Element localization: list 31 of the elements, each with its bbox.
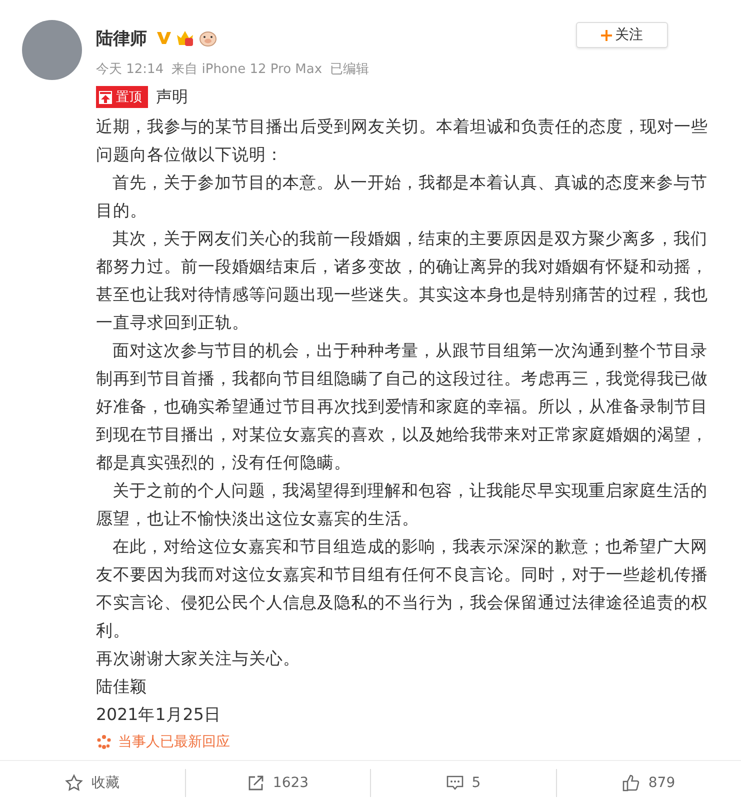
crown-badge-icon bbox=[175, 29, 195, 47]
edited-label: 已编辑 bbox=[330, 61, 370, 78]
pig-face-icon bbox=[198, 29, 218, 47]
paragraph: 在此，对给这位女嘉宾和节目组造成的影响，我表示深深的歉意；也希望广大网友不要因为我而对这位女嘉宾和节目组有任何不良言论。同时，对于一些趁机传播不实言论、侵犯公民个人信息及隐私的不当行为，我会保留通过法律途径追责的权利。 bbox=[96, 536, 709, 642]
star-icon bbox=[65, 774, 84, 792]
paragraph: 首先，关于参加节目的本意。从一开始，我都是本着认真、真诚的态度来参与节目的。 bbox=[96, 172, 709, 222]
follow-button[interactable]: 关注 bbox=[576, 22, 668, 48]
paragraph: 陆佳颖 bbox=[96, 676, 148, 698]
paragraph: 其次，关于网友们关心的我前一段婚姻，结束的主要原因是双方聚少离多，我们都努力过。前一段婚姻结束后，诸多变故，的确让离异的我对婚姻有怀疑和动摇，甚至也让我对待情感等问题出现一些迷失。其实这本身也是特别痛苦的过程，我也一直寻求回到正轨。 bbox=[96, 228, 709, 334]
repost-button[interactable]: 1623 bbox=[184, 768, 370, 796]
paragraph: 再次谢谢大家关注与关心。 bbox=[96, 648, 301, 670]
paragraph: 2021年1月25日 bbox=[96, 704, 222, 726]
paragraph: 面对这次参与节目的机会，出于种种考量，从跟节目组第一次沟通到整个节目录制再到节目首播，我都向节目组隐瞒了自己的这段过往。考虑再三，我觉得我已做好准备，也确实希望通过节目再次找到爱情和家庭的幸福。所以，从准备录制节目到现在节目播出，对某位女嘉宾的喜欢，以及她给我带来对正常家庭婚姻的渴望，都是真实强烈的，没有任何隐瞒。 bbox=[96, 340, 709, 474]
paragraph: 近期，我参与的某节目播出后受到网友关切。本着坦诚和负责任的态度，现对一些问题向各位做以下说明： bbox=[96, 116, 709, 166]
post-time: 今天 12:14 bbox=[96, 61, 164, 78]
pinned-tag: 置顶 bbox=[96, 86, 148, 108]
plus-icon bbox=[601, 30, 612, 40]
author-name[interactable]: 陆律师 bbox=[96, 26, 147, 50]
post-title: 声明 bbox=[156, 86, 188, 108]
pin-top-icon bbox=[99, 90, 112, 104]
verified-v-icon bbox=[156, 30, 172, 46]
share-arrow-icon bbox=[246, 774, 265, 792]
like-button[interactable]: 879 bbox=[556, 768, 741, 796]
paragraph: 关于之前的个人问题，我渴望得到理解和包容，让我能尽早实现重启家庭生活的愿望，也让不愉快淡出这位女嘉宾的生活。 bbox=[96, 480, 709, 530]
comment-bubble-icon bbox=[446, 774, 464, 792]
flower-icon bbox=[96, 734, 112, 750]
post-source: 来自 iPhone 12 Pro Max bbox=[172, 61, 322, 78]
response-note[interactable]: 当事人已最新回应 bbox=[118, 733, 230, 751]
thumbs-up-icon bbox=[622, 774, 640, 792]
comment-button[interactable]: 5 bbox=[370, 768, 556, 796]
favorite-button[interactable]: 收藏 bbox=[0, 768, 184, 796]
